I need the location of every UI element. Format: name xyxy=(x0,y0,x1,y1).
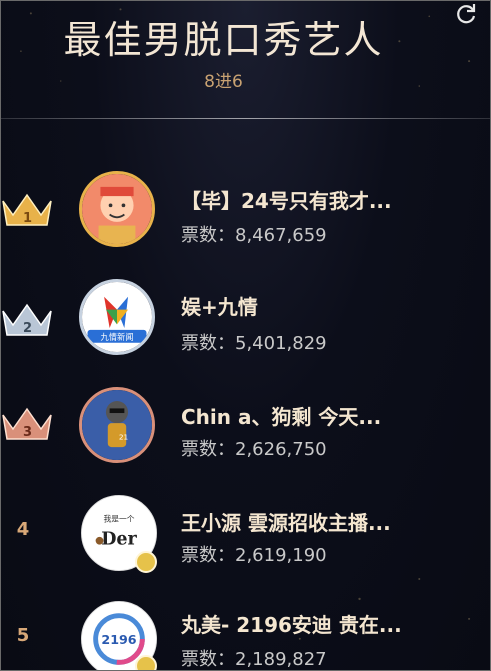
avatar[interactable]: 九情新闻 xyxy=(79,279,155,355)
avatar-caption: 2196 xyxy=(101,632,136,647)
list-item[interactable]: 5 2196 丸美- 2196安迪 贵在... 票数：2,189,827 xyxy=(1,597,490,670)
avatar[interactable]: 21 xyxy=(79,387,155,463)
avatar-caption: 九情新闻 xyxy=(100,332,133,342)
refresh-icon[interactable] xyxy=(453,1,479,27)
avatar[interactable] xyxy=(79,171,155,247)
svg-text:21: 21 xyxy=(119,433,128,442)
bronze-crown-icon: 3 xyxy=(2,407,52,440)
vote-value: 2,189,827 xyxy=(235,649,327,670)
list-item[interactable]: 4 我是一个 Der 王小源 雲源招收主播... 票数：2,619,190 xyxy=(1,489,490,589)
list-item[interactable]: 1 【毕】24号只有我才... 票数：8,467,659 xyxy=(1,161,490,261)
page-title: 最佳男脱口秀艺人 xyxy=(63,18,384,62)
vote-label: 票数： xyxy=(181,225,235,246)
svg-text:1: 1 xyxy=(23,211,32,226)
rank-number: 4 xyxy=(16,519,30,540)
streamer-name: 王小源 雲源招收主播... xyxy=(181,511,391,535)
vote-value: 2,626,750 xyxy=(235,439,327,460)
avatar-caption-main: Der xyxy=(101,530,137,550)
svg-text:3: 3 xyxy=(23,425,32,440)
vote-count: 票数：2,626,750 xyxy=(181,435,327,461)
ranking-panel: 最佳男脱口秀艺人 8进6 1 【毕】24号只有我才... 票数：8,467,65 xyxy=(0,0,491,671)
vote-label: 票数： xyxy=(181,545,235,566)
vote-value: 5,401,829 xyxy=(235,333,327,354)
vote-count: 票数：2,619,190 xyxy=(181,541,327,567)
list-item[interactable]: 3 21 Chin a、狗剩 今天... 票数：2,626,750 xyxy=(1,379,490,479)
vote-count: 票数：8,467,659 xyxy=(181,221,327,247)
vote-value: 2,619,190 xyxy=(235,545,327,566)
streamer-name: Chin a、狗剩 今天... xyxy=(181,405,382,429)
vote-label: 票数： xyxy=(181,649,235,670)
streamer-name: 丸美- 2196安迪 贵在... xyxy=(181,613,402,637)
vote-count: 票数：5,401,829 xyxy=(181,329,327,355)
streamer-name: 【毕】24号只有我才... xyxy=(181,189,392,213)
level-badge-icon xyxy=(135,551,157,573)
rank-number: 5 xyxy=(16,625,30,646)
vote-count: 票数：2,189,827 xyxy=(181,645,327,670)
level-badge-icon xyxy=(135,655,157,670)
silver-crown-icon: 2 xyxy=(2,303,52,336)
streamer-name: 娱+九情 xyxy=(181,295,258,319)
vote-label: 票数： xyxy=(181,439,235,460)
svg-text:2: 2 xyxy=(23,321,32,336)
round-subtitle: 8进6 xyxy=(204,72,243,92)
vote-label: 票数： xyxy=(181,333,235,354)
header-divider xyxy=(1,118,490,119)
list-item[interactable]: 2 九情新闻 娱+九情 票数：5,401,829 xyxy=(1,271,490,371)
gold-crown-icon: 1 xyxy=(2,193,52,226)
vote-value: 8,467,659 xyxy=(235,225,327,246)
avatar-caption: 我是一个 xyxy=(103,513,134,523)
